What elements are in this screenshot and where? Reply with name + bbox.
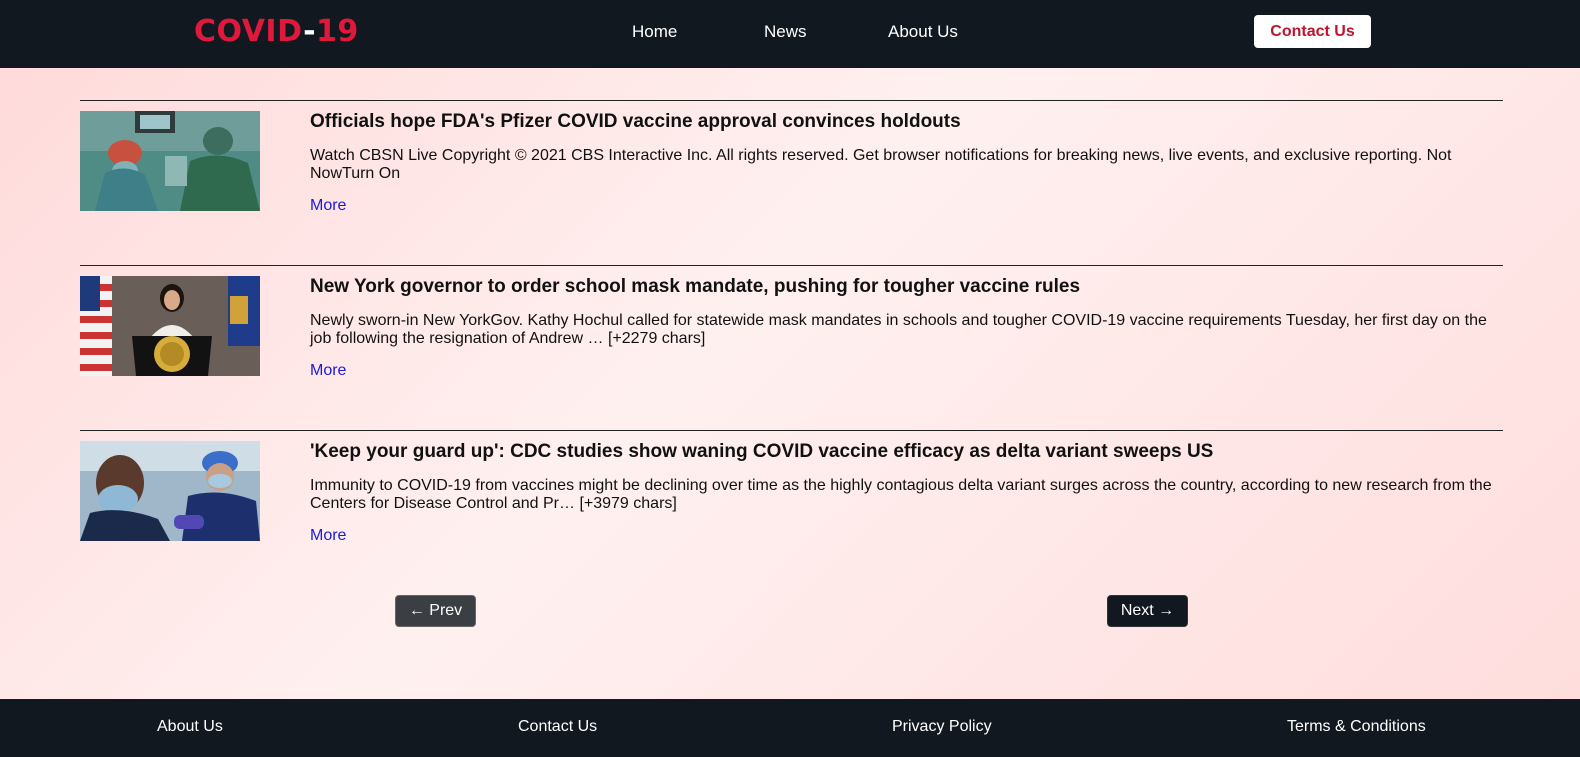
- nav-news-link[interactable]: News: [764, 22, 807, 42]
- us-flag-shape: [80, 276, 112, 376]
- governor-podium-image-icon: [80, 276, 260, 376]
- site-logo[interactable]: COVID-19: [194, 14, 359, 49]
- article-card: Officials hope FDA's Pfizer COVID vaccin…: [80, 100, 1503, 220]
- nav-about-link[interactable]: About Us: [888, 22, 958, 42]
- article-more-link[interactable]: More: [310, 197, 346, 215]
- logo-text-number: 19: [316, 14, 359, 49]
- surgery-image-icon: [80, 111, 260, 211]
- article-title[interactable]: New York governor to order school mask m…: [310, 276, 1500, 298]
- article-card: 'Keep your guard up': CDC studies show w…: [80, 430, 1503, 550]
- contact-us-button[interactable]: Contact Us: [1254, 15, 1371, 48]
- footer-contact-link[interactable]: Contact Us: [518, 718, 597, 736]
- article-description: Watch CBSN Live Copyright © 2021 CBS Int…: [310, 147, 1452, 182]
- footer-terms-link[interactable]: Terms & Conditions: [1287, 718, 1426, 736]
- article-card: New York governor to order school mask m…: [80, 265, 1503, 385]
- article-thumbnail[interactable]: [80, 111, 260, 211]
- prev-page-button[interactable]: ← Prev: [395, 595, 476, 627]
- logo-dash: -: [303, 14, 317, 49]
- logo-text-main: COVID: [194, 14, 304, 49]
- footer-privacy-link[interactable]: Privacy Policy: [892, 718, 992, 736]
- article-description: Newly sworn-in New YorkGov. Kathy Hochul…: [310, 312, 1487, 347]
- top-navbar: COVID-19 Home News About Us Contact Us: [0, 0, 1580, 68]
- footer-about-link[interactable]: About Us: [157, 718, 223, 736]
- article-title[interactable]: 'Keep your guard up': CDC studies show w…: [310, 441, 1500, 463]
- site-footer: About Us Contact Us Privacy Policy Terms…: [0, 699, 1580, 757]
- article-more-link[interactable]: More: [310, 527, 346, 545]
- article-title[interactable]: Officials hope FDA's Pfizer COVID vaccin…: [310, 111, 1500, 133]
- article-thumbnail[interactable]: [80, 276, 260, 376]
- vaccination-image-icon: [80, 441, 260, 541]
- nav-home-link[interactable]: Home: [632, 22, 677, 42]
- article-thumbnail[interactable]: [80, 441, 260, 541]
- article-more-link[interactable]: More: [310, 362, 346, 380]
- next-page-button[interactable]: Next →: [1107, 595, 1188, 627]
- article-description: Immunity to COVID-19 from vaccines might…: [310, 477, 1492, 512]
